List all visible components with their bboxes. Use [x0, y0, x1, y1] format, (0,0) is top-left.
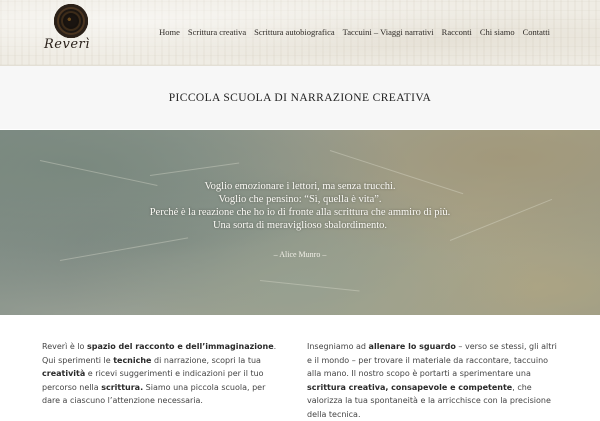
nav-item-scrittura-autobiografica[interactable]: Scrittura autobiografica [250, 27, 338, 37]
text: di narrazione, scopri la tua [151, 355, 261, 365]
site-header: Reverì Home Scrittura creativa Scrittura… [0, 0, 600, 66]
nav-item-taccuini[interactable]: Taccuini – Viaggi narrativi [339, 27, 438, 37]
page-title-band: PICCOLA SCUOLA DI NARRAZIONE CREATIVA [0, 66, 600, 129]
quote-author: – Alice Munro – [273, 250, 327, 259]
quote-line: Perché è la reazione che ho io di fronte… [149, 207, 451, 218]
logo-disc-icon [54, 4, 88, 38]
text-bold: allenare lo sguardo [368, 342, 456, 351]
text-bold: spazio del racconto e dell’immaginazione [86, 342, 274, 351]
quote-line: Voglio emozionare i lettori, ma senza tr… [204, 181, 396, 192]
quote-line: Una sorta di meraviglioso sbalordimento. [212, 220, 388, 231]
logo-text: Reverì [44, 37, 90, 52]
site-logo[interactable]: Reverì [44, 4, 96, 62]
intro-right-column: Insegniamo ad allenare lo sguardo – vers… [307, 340, 557, 421]
nav-item-chi-siamo[interactable]: Chi siamo [476, 27, 519, 37]
texture-crack [259, 280, 360, 292]
nav-item-racconti[interactable]: Racconti [438, 27, 476, 37]
texture-crack [149, 162, 240, 176]
hero-banner: Voglio emozionare i lettori, ma senza tr… [0, 130, 600, 315]
text-bold: scrittura creativa, consapevole e compet… [307, 382, 513, 392]
text: Reverì è lo [42, 342, 87, 351]
nav-item-contatti[interactable]: Contatti [519, 27, 554, 37]
text-bold: tecniche [113, 355, 152, 365]
page-title: PICCOLA SCUOLA DI NARRAZIONE CREATIVA [168, 91, 432, 104]
hero-quote: Voglio emozionare i lettori, ma senza tr… [0, 180, 600, 232]
text: Insegniamo ad [307, 342, 369, 351]
text-bold: scrittura. [101, 382, 144, 392]
intro-left-column: Reverì è lo spazio del racconto e dell’i… [42, 340, 282, 408]
nav-item-home[interactable]: Home [155, 27, 184, 37]
nav-item-scrittura-creativa[interactable]: Scrittura creativa [184, 27, 250, 37]
main-nav: Home Scrittura creativa Scrittura autobi… [155, 27, 554, 37]
quote-line: Voglio che pensino: “Sì, quella è vita”. [218, 194, 382, 205]
text-bold: creatività [42, 369, 86, 378]
